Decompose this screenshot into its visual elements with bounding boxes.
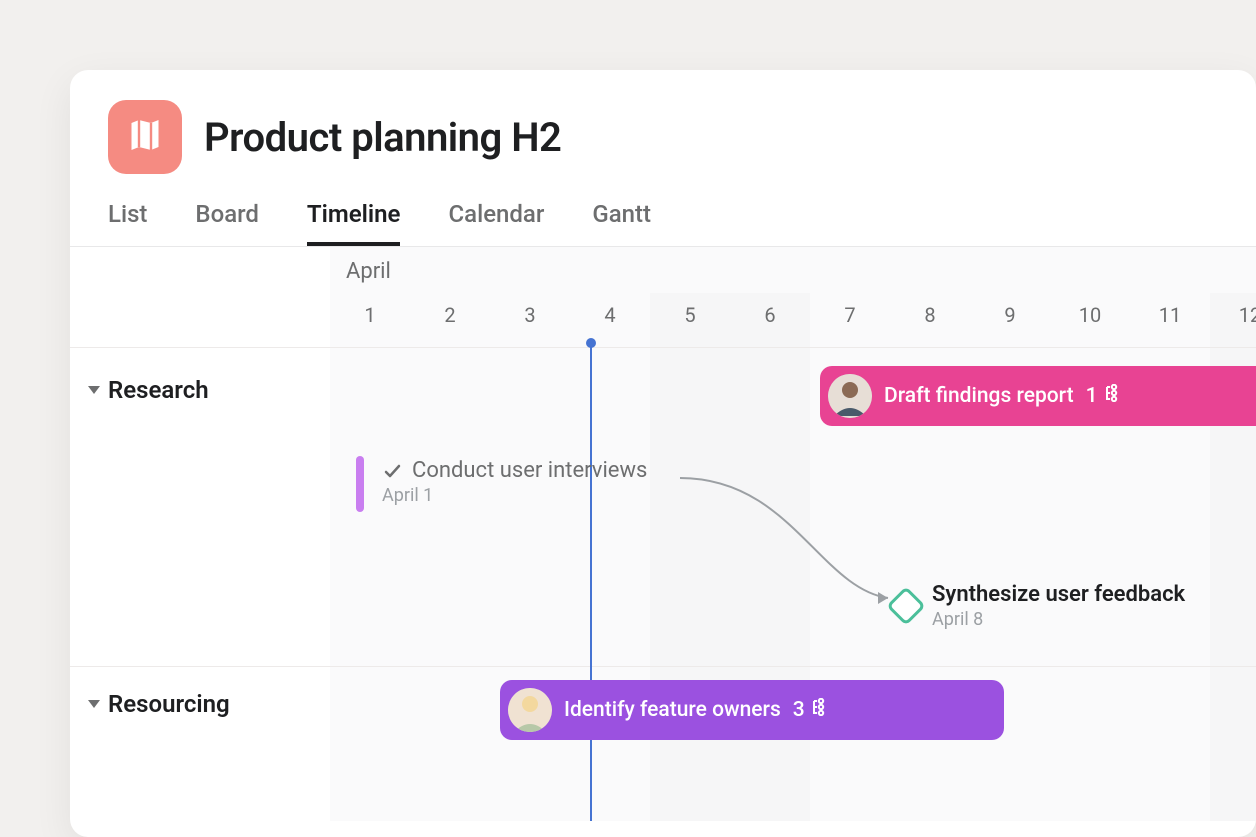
timeline-body[interactable]: Research Draft findings report 1 (70, 347, 1256, 821)
timeline-area: April 123456789101112 Research Draft fin… (70, 246, 1256, 821)
day-column: 12 (1210, 299, 1256, 339)
day-header: 123456789101112 (70, 299, 1256, 339)
section-label: Research (108, 376, 209, 404)
avatar (828, 374, 872, 418)
month-label: April (346, 259, 391, 284)
day-column: 3 (490, 299, 570, 339)
day-column: 8 (890, 299, 970, 339)
task-date: April 1 (382, 485, 647, 506)
day-column: 6 (730, 299, 810, 339)
chevron-down-icon (88, 700, 100, 708)
day-column: 4 (570, 299, 650, 339)
task-milestone-synthesize[interactable] (886, 586, 926, 626)
subtask-icon (811, 698, 831, 722)
task-title: Synthesize user feedback (932, 582, 1185, 607)
subtask-icon (1104, 384, 1124, 408)
task-milestone-label[interactable]: Synthesize user feedback April 8 (932, 582, 1185, 630)
tab-list[interactable]: List (108, 200, 147, 246)
section-header-resourcing[interactable]: Resourcing (88, 690, 230, 718)
project-icon[interactable] (108, 100, 182, 174)
tab-gantt[interactable]: Gantt (592, 200, 651, 246)
task-mini-conduct-interviews[interactable] (356, 456, 364, 512)
today-indicator (590, 343, 592, 821)
task-mini-label[interactable]: Conduct user interviews April 1 (382, 458, 647, 506)
section-label: Resourcing (108, 690, 230, 718)
task-title: Draft findings report (884, 384, 1074, 408)
view-tabs: List Board Timeline Calendar Gantt (108, 174, 1228, 246)
project-window: Product planning H2 List Board Timeline … (70, 70, 1256, 837)
day-column: 5 (650, 299, 730, 339)
tab-calendar[interactable]: Calendar (448, 200, 544, 246)
task-title: Conduct user interviews (412, 458, 647, 483)
subtask-count: 1 (1086, 384, 1124, 408)
day-column: 1 (330, 299, 410, 339)
subtask-count: 3 (793, 698, 831, 722)
section-divider (70, 666, 1256, 667)
tab-timeline[interactable]: Timeline (307, 200, 401, 246)
map-icon (127, 117, 163, 157)
dependency-arrow (670, 468, 910, 618)
project-title: Product planning H2 (204, 114, 561, 161)
day-column: 11 (1130, 299, 1210, 339)
day-column: 10 (1050, 299, 1130, 339)
day-column: 7 (810, 299, 890, 339)
tab-board[interactable]: Board (195, 200, 259, 246)
task-date: April 8 (932, 609, 1185, 630)
day-column: 9 (970, 299, 1050, 339)
task-title: Identify feature owners (564, 698, 781, 722)
task-bar-identify-owners[interactable]: Identify feature owners 3 (500, 680, 1004, 740)
chevron-down-icon (88, 386, 100, 394)
day-column: 2 (410, 299, 490, 339)
avatar (508, 688, 552, 732)
task-bar-draft-findings[interactable]: Draft findings report 1 (820, 366, 1256, 426)
section-header-research[interactable]: Research (88, 376, 209, 404)
header: Product planning H2 List Board Timeline … (70, 70, 1256, 246)
check-icon (382, 461, 402, 481)
